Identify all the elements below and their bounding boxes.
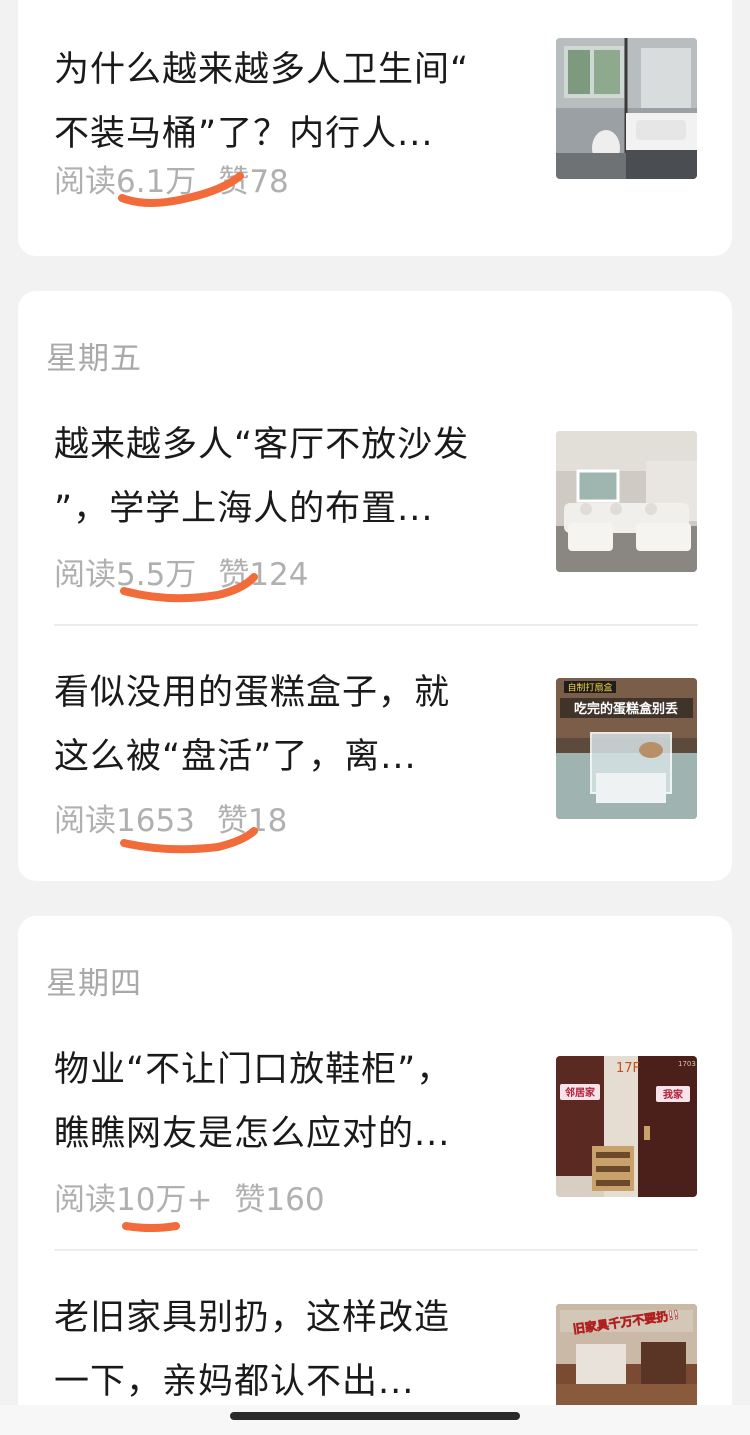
reads-count: 10万+ <box>116 1182 213 1218</box>
article-item[interactable]: 为什么越来越多人卫生间“ 不装马桶”了？内行人... 阅读6.1万 赞78 <box>18 38 732 218</box>
article-thumbnail[interactable] <box>556 38 697 179</box>
article-stats: 阅读10万+ 赞160 <box>54 1174 325 1219</box>
thumb-caption: 吃完的蛋糕盒别丢 <box>574 701 678 717</box>
article-title[interactable]: 为什么越来越多人卫生间“ 不装马桶”了？内行人... <box>54 38 534 166</box>
likes-count: 18 <box>247 803 288 839</box>
article-card-top: 为什么越来越多人卫生间“ 不装马桶”了？内行人... 阅读6.1万 赞78 <box>18 0 732 256</box>
thumb-floor-label: 17F <box>616 1061 640 1076</box>
reads-label: 阅读 <box>54 803 116 839</box>
article-title[interactable]: 老旧家具别扔，这样改造 一下，亲妈都认不出... <box>54 1286 534 1414</box>
bottom-safe-area <box>0 1405 750 1435</box>
article-thumbnail[interactable]: 自制打扇盒 吃完的蛋糕盒别丢 <box>556 678 697 819</box>
list-divider <box>54 624 698 626</box>
likes-count: 160 <box>265 1182 325 1218</box>
likes-count: 124 <box>249 557 309 593</box>
day-label: 星期四 <box>46 966 142 1002</box>
day-label: 星期五 <box>46 341 142 377</box>
likes-label: 赞 <box>218 557 250 593</box>
list-divider <box>54 1249 698 1251</box>
thumb-room-label: 1703 <box>678 1060 696 1068</box>
home-indicator[interactable] <box>230 1412 520 1420</box>
likes-count: 78 <box>249 164 289 200</box>
article-stats: 阅读1653 赞18 <box>54 795 287 840</box>
article-title-line: 物业“不让门口放鞋柜”， <box>54 1050 453 1090</box>
article-item[interactable]: 越来越多人“客厅不放沙发 ”，学学上海人的布置... 阅读5.5万 赞124 <box>18 413 732 603</box>
article-title[interactable]: 物业“不让门口放鞋柜”， 瞧瞧网友是怎么应对的... <box>54 1038 534 1166</box>
cake-box-photo-icon: 自制打扇盒 吃完的蛋糕盒别丢 <box>556 678 697 819</box>
article-title-line: 看似没用的蛋糕盒子，就 <box>54 673 451 713</box>
day-section-card: 星期四 物业“不让门口放鞋柜”， 瞧瞧网友是怎么应对的... 阅读10万+ 赞16… <box>18 916 732 1435</box>
likes-label: 赞 <box>218 164 250 200</box>
living-room-sofa-photo-icon <box>556 431 697 572</box>
reads-count: 1653 <box>116 803 195 839</box>
article-title-line: 为什么越来越多人卫生间“ <box>54 50 470 90</box>
likes-label: 赞 <box>216 803 248 839</box>
article-title[interactable]: 越来越多人“客厅不放沙发 ”，学学上海人的布置... <box>54 413 534 541</box>
article-title-line: 瞧瞧网友是怎么应对的... <box>54 1114 451 1154</box>
reads-count: 5.5万 <box>116 557 197 593</box>
likes-label: 赞 <box>234 1182 266 1218</box>
article-item[interactable]: 看似没用的蛋糕盒子，就 这么被“盘活”了，离... 阅读1653 赞18 自制打扇… <box>18 661 732 854</box>
thumb-sign-left: 邻居家 <box>565 1086 596 1099</box>
article-item[interactable]: 物业“不让门口放鞋柜”， 瞧瞧网友是怎么应对的... 阅读10万+ 赞160 17… <box>18 1038 732 1232</box>
thumb-caption: 自制打扇盒 <box>567 682 612 694</box>
article-title-line: 老旧家具别扔，这样改造 <box>54 1298 451 1338</box>
reads-label: 阅读 <box>54 164 116 200</box>
thumb-sign-right: 我家 <box>663 1088 684 1101</box>
article-title[interactable]: 看似没用的蛋糕盒子，就 这么被“盘活”了，离... <box>54 661 534 789</box>
article-title-line: 这么被“盘活”了，离... <box>54 737 417 777</box>
article-title-line: ”，学学上海人的布置... <box>54 489 434 529</box>
article-thumbnail[interactable] <box>556 431 697 572</box>
article-thumbnail[interactable]: 17F 1703 邻居家 我家 <box>556 1056 697 1197</box>
article-stats: 阅读5.5万 赞124 <box>54 549 308 594</box>
reads-label: 阅读 <box>54 1182 116 1218</box>
reads-label: 阅读 <box>54 557 116 593</box>
article-title-line: 越来越多人“客厅不放沙发 <box>54 425 470 465</box>
bathroom-photo-icon <box>556 38 697 179</box>
reads-count: 6.1万 <box>116 164 197 200</box>
apartment-doors-photo-icon: 17F 1703 邻居家 我家 <box>556 1056 697 1197</box>
article-stats: 阅读6.1万 赞78 <box>54 156 289 201</box>
day-section-card: 星期五 越来越多人“客厅不放沙发 ”，学学上海人的布置... 阅读5.5万 赞12… <box>18 291 732 881</box>
